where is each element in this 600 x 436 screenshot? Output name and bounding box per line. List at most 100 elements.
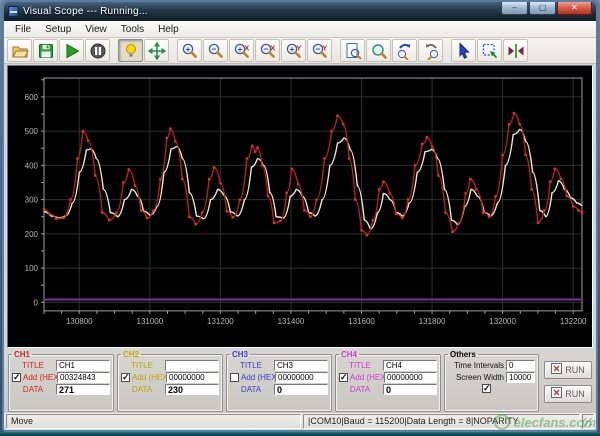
svg-text:−: −	[315, 43, 320, 53]
menu-setup[interactable]: Setup	[38, 23, 78, 36]
channel-add-input[interactable]	[384, 372, 437, 383]
channel-add-input[interactable]	[166, 372, 219, 383]
svg-text:+: +	[289, 43, 294, 53]
move-button[interactable]	[144, 39, 169, 62]
zoom-area-button[interactable]	[366, 39, 391, 62]
channel-title-label: TITLE	[22, 361, 44, 370]
channel-add-input[interactable]	[57, 372, 110, 383]
menu-tools[interactable]: Tools	[114, 23, 151, 36]
channel-data-input[interactable]	[274, 384, 328, 395]
zoom-page-icon	[344, 42, 362, 60]
run-button-2[interactable]: RUN	[544, 384, 592, 403]
channel-add-checkbox[interactable]	[121, 372, 130, 383]
scope-plot: 130800 131000 131200 131400 131600 131800 1320…	[8, 66, 592, 347]
menu-help[interactable]: Help	[151, 23, 186, 36]
window-title: Visual Scope --- Running...	[23, 6, 148, 17]
resize-grip[interactable]	[582, 414, 594, 429]
save-button[interactable]	[33, 39, 58, 62]
channel-add-label: Add (HEX)	[241, 373, 280, 382]
run-icon	[551, 387, 563, 400]
zoom-in-button[interactable]: +	[177, 39, 202, 62]
svg-text:400: 400	[25, 161, 39, 170]
channel-title-input[interactable]	[165, 360, 219, 371]
channel-title-input[interactable]	[274, 360, 328, 371]
channel-title-label: TITLE	[349, 361, 371, 370]
channel-add-checkbox[interactable]	[230, 373, 239, 382]
run-button[interactable]	[59, 39, 84, 62]
others-title: Others	[450, 350, 476, 359]
channel-title-label: TITLE	[240, 361, 262, 370]
channel-add-input[interactable]	[275, 372, 328, 383]
menu-bar: File Setup View Tools Help	[4, 21, 596, 38]
svg-text:Y: Y	[322, 43, 327, 52]
svg-text:X: X	[270, 43, 275, 52]
svg-text:131400: 131400	[278, 317, 305, 326]
svg-text:−: −	[263, 43, 268, 53]
time-intervals-label: Time Intervals	[454, 361, 504, 370]
scope-chart[interactable]: 130800 131000 131200 131400 131600 131800 1320…	[7, 65, 593, 348]
status-bar: Move |COM10|Baud = 115200|Data Length = …	[4, 413, 596, 430]
maximize-button[interactable]: ▢	[529, 2, 556, 15]
svg-text:+: +	[185, 43, 190, 53]
zoom-y-out-icon: − Y	[311, 42, 329, 60]
zoom-y-out-button[interactable]: − Y	[307, 39, 332, 62]
svg-text:+: +	[237, 43, 242, 53]
light-button[interactable]	[118, 39, 143, 62]
run-icon	[63, 42, 81, 60]
svg-text:130800: 130800	[66, 317, 93, 326]
channel-data-input[interactable]	[56, 384, 110, 395]
channel-data-label: DATA	[22, 385, 44, 394]
svg-text:500: 500	[25, 127, 39, 136]
open-button[interactable]	[7, 39, 32, 62]
channel-add-checkbox[interactable]	[339, 372, 348, 383]
zoom-out-button[interactable]: −	[203, 39, 228, 62]
channel-name: CH2	[123, 350, 140, 359]
menu-view[interactable]: View	[78, 23, 114, 36]
zoom-y-in-button[interactable]: + Y	[281, 39, 306, 62]
caption-buttons: – ▢ ✕	[500, 2, 592, 15]
channel-data-label: DATA	[240, 385, 262, 394]
close-button[interactable]: ✕	[557, 2, 592, 15]
pause-button[interactable]	[85, 39, 110, 62]
cursor-button[interactable]	[451, 39, 476, 62]
menu-file[interactable]: File	[8, 23, 38, 36]
run-label: RUN	[565, 388, 585, 399]
run-label: RUN	[565, 364, 585, 375]
channel-title-input[interactable]	[383, 360, 437, 371]
zoom-redo-button[interactable]	[418, 39, 443, 62]
screen-width-input[interactable]	[506, 372, 535, 383]
channel-add-checkbox[interactable]	[12, 372, 21, 383]
zoom-page-button[interactable]	[340, 39, 365, 62]
zoom-x-out-button[interactable]: − X	[255, 39, 280, 62]
toolbar: + − + X − X + Y − Y	[4, 38, 596, 64]
channel-add-label: Add (HEX)	[132, 373, 171, 382]
run-icon	[551, 363, 563, 376]
channel-title-input[interactable]	[56, 360, 110, 371]
cursor-icon	[455, 41, 473, 60]
channel-data-input[interactable]	[165, 384, 219, 395]
center-marker-button[interactable]	[503, 39, 528, 62]
title-bar[interactable]: Visual Scope --- Running... – ▢ ✕	[4, 2, 596, 21]
app-icon	[8, 6, 19, 17]
zoom-redo-icon	[422, 42, 440, 60]
select-area-icon	[481, 42, 499, 60]
zoom-in-icon: +	[181, 42, 199, 60]
center-marker-icon	[507, 42, 525, 60]
zoom-undo-button[interactable]	[392, 39, 417, 62]
status-com-settings: |COM10|Baud = 115200|Data Length = 8|NOP…	[303, 414, 580, 429]
time-intervals-input[interactable]	[506, 360, 535, 371]
zoom-undo-icon	[396, 42, 414, 60]
others-checkbox[interactable]	[482, 383, 491, 394]
channel-add-label: Add (HEX)	[23, 373, 62, 382]
channel-data-label: DATA	[349, 385, 371, 394]
toolbar-group	[118, 39, 170, 62]
svg-text:0: 0	[34, 298, 39, 307]
toolbar-group: + − + X − X + Y − Y	[177, 39, 333, 62]
run-button-column: RUN RUN	[542, 351, 594, 412]
channel-data-input[interactable]	[383, 384, 437, 395]
select-area-button[interactable]	[477, 39, 502, 62]
run-button-1[interactable]: RUN	[544, 360, 592, 379]
zoom-x-in-button[interactable]: + X	[229, 39, 254, 62]
status-message: Move	[6, 414, 301, 429]
minimize-button[interactable]: –	[501, 2, 528, 15]
